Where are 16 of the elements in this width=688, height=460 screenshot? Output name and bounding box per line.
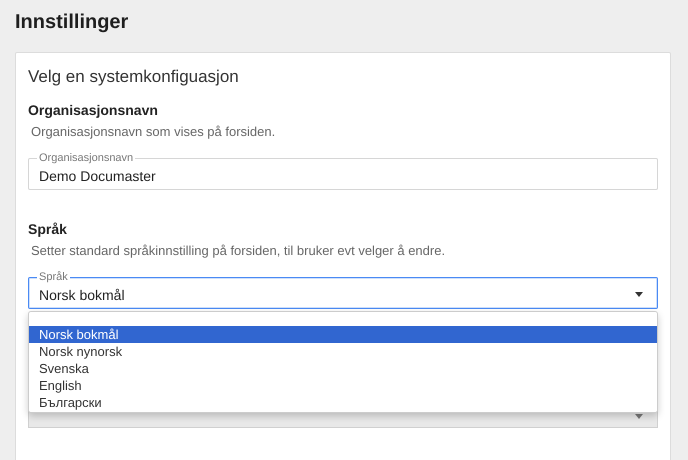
section-description: Setter standard språkinnstilling på forsiden, til bruker evt velger å endre. bbox=[31, 242, 446, 260]
field-label: Organisasjonsnavn bbox=[37, 152, 136, 164]
field-label: Språk bbox=[37, 271, 70, 283]
dropdown-option[interactable]: Norsk bokmål bbox=[29, 326, 657, 343]
dropdown-option[interactable]: Svenska bbox=[29, 360, 657, 377]
card-title: Velg en systemkonfiguasjon bbox=[28, 66, 240, 88]
section-description: Organisasjonsnavn som vises på forsiden. bbox=[31, 123, 276, 141]
field-value: Norsk bokmål bbox=[39, 286, 125, 303]
dropdown-option[interactable]: English bbox=[29, 377, 657, 394]
dropdown-option[interactable]: Български bbox=[29, 394, 657, 411]
caret-icon bbox=[635, 292, 643, 297]
section-heading: Språk bbox=[28, 220, 68, 238]
dropdown-option[interactable]: Norsk nynorsk bbox=[29, 343, 657, 360]
field-value: Demo Documaster bbox=[39, 167, 156, 184]
page-title: Innstillinger bbox=[15, 10, 130, 35]
section-heading: Organisasjonsnavn bbox=[28, 101, 159, 119]
